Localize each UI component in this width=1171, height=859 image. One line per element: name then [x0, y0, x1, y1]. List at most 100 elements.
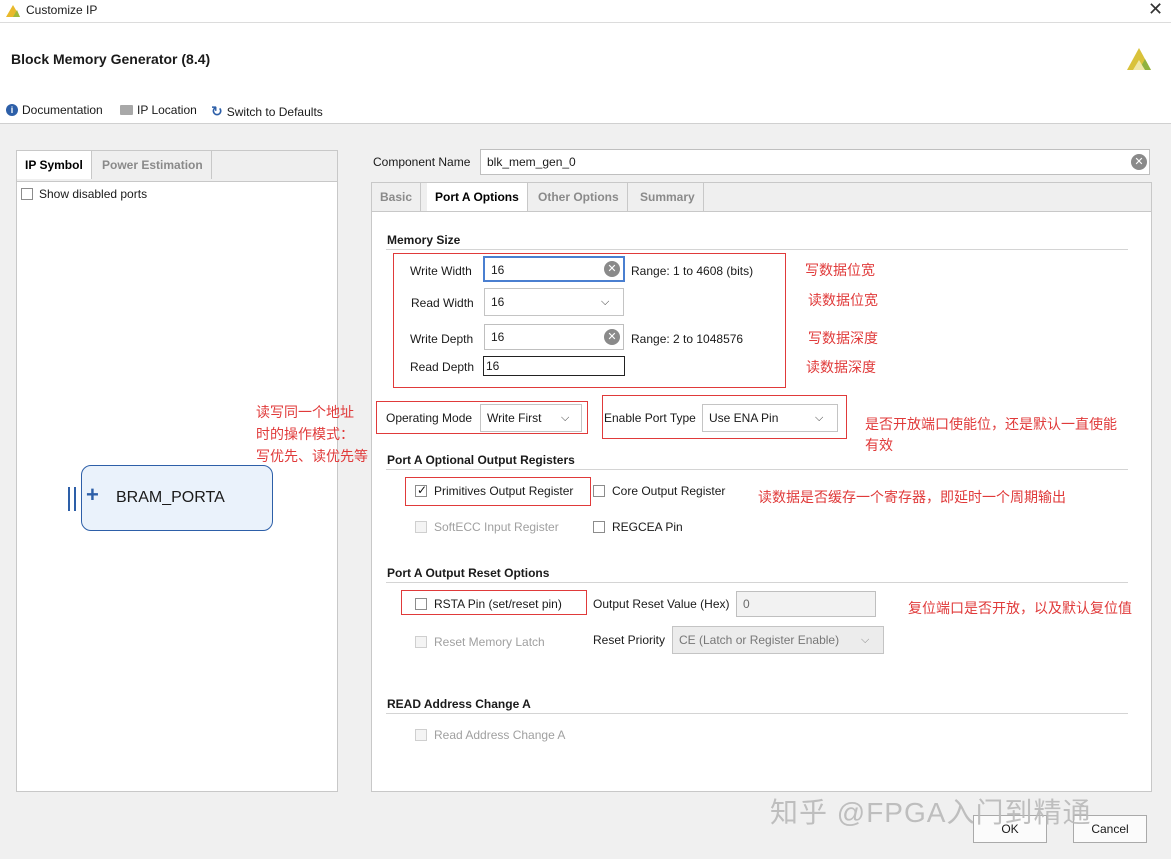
divider — [386, 582, 1128, 583]
core-output-register-label: Core Output Register — [612, 484, 726, 498]
read-width-value: 16 — [491, 295, 505, 309]
chevron-down-icon: ⌵ — [815, 412, 824, 424]
tab-ip-symbol[interactable]: IP Symbol — [17, 151, 92, 179]
reset-memory-latch-label: Reset Memory Latch — [434, 635, 545, 649]
reset-priority-label: Reset Priority — [593, 633, 666, 647]
clear-icon[interactable]: ✕ — [604, 261, 620, 277]
optional-output-title: Port A Optional Output Registers — [387, 453, 575, 467]
annotation-enable-2: 有效 — [865, 437, 893, 453]
left-panel: IP Symbol Power Estimation Show disabled… — [16, 150, 338, 792]
tab-power-estimation[interactable]: Power Estimation — [94, 151, 212, 179]
read-depth-value: 16 — [486, 359, 500, 373]
component-name-input[interactable]: blk_mem_gen_0 — [480, 149, 1150, 175]
header: Block Memory Generator (8.4) i Documenta… — [0, 23, 1171, 124]
annotation-read-depth: 读数据深度 — [806, 359, 876, 375]
switch-defaults-button[interactable]: ↻ Switch to Defaults — [211, 103, 323, 120]
operating-mode-value: Write First — [487, 411, 542, 425]
annotation-enable-1: 是否开放端口使能位，还是默认一直使能 — [865, 416, 1117, 432]
tab-basic[interactable]: Basic — [372, 183, 422, 211]
write-width-value: 16 — [491, 263, 505, 277]
read-address-change-label: Read Address Change A — [434, 728, 566, 742]
annotation-write-width: 写数据位宽 — [805, 262, 875, 278]
tab-summary[interactable]: Summary — [632, 183, 704, 211]
bram-porta-label: BRAM_PORTA — [116, 489, 225, 506]
annotation-output-register: 读数据是否缓存一个寄存器，即延时一个周期输出 — [758, 489, 1066, 505]
enable-port-type-dropdown[interactable]: Use ENA Pin ⌵ — [702, 404, 838, 432]
chevron-down-icon: ⌵ — [861, 634, 870, 646]
enable-port-type-value: Use ENA Pin — [709, 411, 779, 425]
output-reset-value-input[interactable]: 0 — [736, 591, 876, 617]
write-width-range: Range: 1 to 4608 (bits) — [631, 264, 754, 278]
primitives-output-register-label: Primitives Output Register — [434, 484, 574, 498]
core-output-register-checkbox[interactable] — [593, 485, 605, 497]
write-depth-range: Range: 2 to 1048576 — [631, 332, 744, 346]
component-name-value: blk_mem_gen_0 — [487, 155, 576, 169]
divider — [386, 249, 1128, 250]
chevron-down-icon: ⌵ — [561, 412, 570, 424]
watermark: 知乎 @FPGA入门到精通 — [770, 797, 1092, 828]
write-depth-value: 16 — [491, 330, 505, 344]
right-tabs: Basic Port A Options Other Options Summa… — [372, 183, 1151, 212]
softecc-input-register-checkbox[interactable] — [415, 521, 427, 533]
vivado-logo-icon — [6, 5, 20, 17]
title-bar: Customize IP ✕ — [0, 0, 1171, 23]
show-disabled-ports-label: Show disabled ports — [39, 187, 148, 201]
tab-other-options[interactable]: Other Options — [530, 183, 628, 211]
chevron-down-icon: ⌵ — [601, 296, 610, 308]
reset-memory-latch-checkbox[interactable] — [415, 636, 427, 648]
annotation-op-mode-2: 时的操作模式： — [256, 426, 354, 442]
operating-mode-label: Operating Mode — [386, 411, 473, 425]
reset-priority-dropdown[interactable]: CE (Latch or Register Enable) ⌵ — [672, 626, 884, 654]
bram-porta-symbol[interactable]: + BRAM_PORTA — [81, 465, 273, 531]
read-depth-label: Read Depth — [410, 360, 475, 374]
primitives-output-register-checkbox[interactable] — [415, 483, 427, 497]
softecc-input-register-label: SoftECC Input Register — [434, 520, 559, 534]
plus-icon[interactable]: + — [86, 482, 99, 508]
refresh-icon: ↻ — [211, 103, 223, 119]
close-icon[interactable]: ✕ — [1148, 0, 1163, 20]
divider — [386, 469, 1128, 470]
divider — [386, 713, 1128, 714]
clear-icon[interactable]: ✕ — [604, 329, 620, 345]
switch-defaults-label: Switch to Defaults — [226, 104, 323, 119]
reset-priority-value: CE (Latch or Register Enable) — [679, 633, 840, 647]
left-tabs: IP Symbol Power Estimation — [17, 151, 337, 182]
annotation-reset: 复位端口是否开放，以及默认复位值 — [908, 600, 1132, 616]
annotation-op-mode-1: 读写同一个地址 — [256, 404, 354, 420]
ip-location-label: IP Location — [137, 103, 197, 117]
info-icon: i — [6, 104, 18, 116]
annotation-read-width: 读数据位宽 — [808, 292, 878, 308]
annotation-write-depth: 写数据深度 — [808, 330, 878, 346]
xilinx-logo-icon — [1127, 48, 1151, 70]
regcea-pin-checkbox[interactable] — [593, 521, 605, 533]
write-width-label: Write Width — [410, 264, 472, 278]
write-depth-label: Write Depth — [410, 332, 474, 346]
operating-mode-dropdown[interactable]: Write First ⌵ — [480, 404, 582, 432]
documentation-label: Documentation — [22, 103, 103, 117]
read-width-dropdown[interactable]: 16 ⌵ — [484, 288, 624, 316]
read-width-label: Read Width — [411, 296, 474, 310]
rsta-pin-checkbox[interactable] — [415, 598, 427, 610]
memory-size-title: Memory Size — [387, 233, 461, 247]
component-name-label: Component Name — [373, 155, 471, 169]
port-bus-icon — [68, 487, 76, 511]
output-reset-value-label: Output Reset Value (Hex) — [593, 597, 730, 611]
regcea-pin-label: REGCEA Pin — [612, 520, 683, 534]
rsta-pin-label: RSTA Pin (set/reset pin) — [434, 597, 562, 611]
read-depth-field: 16 — [483, 356, 625, 376]
window-title: Customize IP — [26, 3, 98, 17]
ip-location-button[interactable]: IP Location — [120, 103, 197, 117]
show-disabled-ports-checkbox[interactable] — [21, 188, 33, 200]
annotation-op-mode-3: 写优先、读优先等 — [256, 448, 368, 464]
tab-port-a-options[interactable]: Port A Options — [427, 183, 528, 211]
output-reset-value: 0 — [743, 597, 750, 611]
folder-icon — [120, 105, 133, 115]
reset-options-title: Port A Output Reset Options — [387, 566, 550, 580]
enable-port-type-label: Enable Port Type — [604, 411, 696, 425]
documentation-button[interactable]: i Documentation — [6, 103, 103, 117]
write-depth-input[interactable]: 16 — [484, 324, 624, 350]
clear-icon[interactable]: ✕ — [1131, 154, 1147, 170]
read-address-change-checkbox[interactable] — [415, 729, 427, 741]
read-address-title: READ Address Change A — [387, 697, 531, 711]
page-title: Block Memory Generator (8.4) — [11, 51, 211, 67]
